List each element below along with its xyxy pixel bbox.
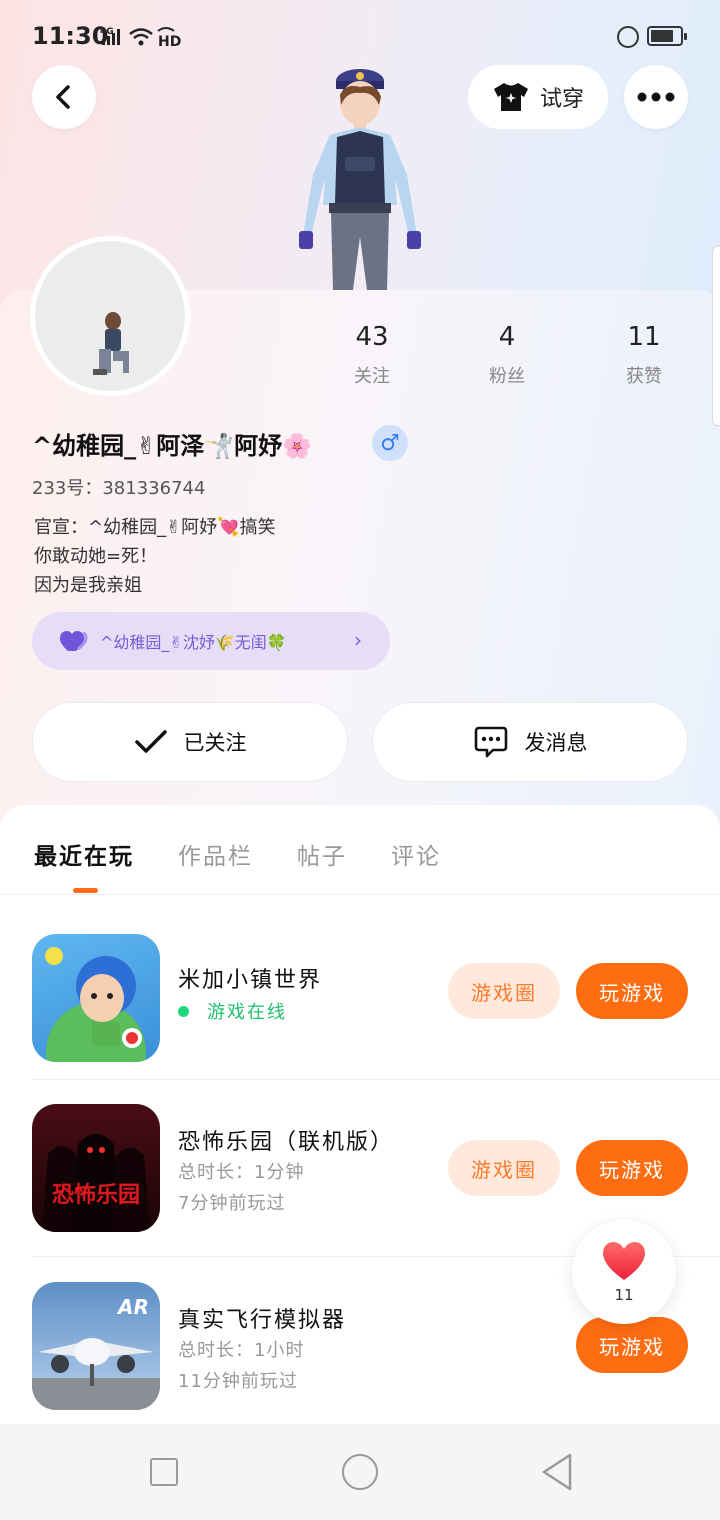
game-circle-button[interactable]: 游戏圈 <box>448 1140 560 1196</box>
game-title: 恐怖乐园（联机版） <box>178 1130 395 1155</box>
stat-likes-label: 获赞 <box>626 366 662 387</box>
try-on-button[interactable]: 试穿 <box>468 65 608 129</box>
svg-text:HD: HD <box>158 34 181 49</box>
game-last-played: 7分钟前玩过 <box>178 1193 286 1214</box>
signal-wifi-icons: 4G HD <box>100 27 181 49</box>
game-title: 米加小镇世界 <box>178 968 323 993</box>
back-triangle-icon[interactable] <box>540 1452 574 1492</box>
user-id: 233号：381336744 <box>32 478 206 499</box>
bio: 官宣：^幼稚园_✌阿妤💘搞笑 你敢动她=死！ 因为是我亲姐 <box>34 513 276 600</box>
online-status: 游戏在线 <box>178 998 287 1024</box>
tabs-divider <box>0 894 720 895</box>
play-game-button[interactable]: 玩游戏 <box>576 1317 688 1373</box>
stat-followers-value: 4 <box>498 322 516 352</box>
game-last-played: 11分钟前玩过 <box>178 1371 298 1392</box>
stat-followers-label: 粉丝 <box>489 366 525 387</box>
tab-recently-played[interactable]: 最近在玩 <box>34 837 134 871</box>
more-dots-icon <box>637 92 675 102</box>
bio-line: 因为是我亲姐 <box>34 575 142 596</box>
gender-male-icon: ♂ <box>372 425 408 461</box>
game-thumbnail: 恐怖乐园 <box>42 1134 150 1232</box>
heart-icon <box>603 1242 645 1280</box>
bio-line: 官宣：^幼稚园_✌阿妤💘搞笑 <box>34 517 276 538</box>
check-icon <box>134 730 167 753</box>
game-icon-text: 恐怖乐园 <box>52 1182 140 1208</box>
stat-likes-value: 11 <box>627 322 661 352</box>
stat-following[interactable]: 43 关注 <box>322 322 422 388</box>
game-duration: 总时长：1小时 <box>178 1340 305 1361</box>
relationship-group-pill[interactable]: ^幼稚园_✌沈妤🌾无闺🍀 › <box>32 612 390 670</box>
stat-followers[interactable]: 4 粉丝 <box>457 322 557 388</box>
stat-likes[interactable]: 11 获赞 <box>594 322 694 388</box>
followed-label: 已关注 <box>183 731 247 755</box>
heart-icon <box>59 631 88 651</box>
game-icon-horror-park: 恐怖乐园 <box>32 1104 160 1232</box>
side-drawer-handle[interactable] <box>712 246 720 426</box>
play-game-button[interactable]: 玩游戏 <box>576 1140 688 1196</box>
row-divider <box>32 1079 720 1080</box>
back-button[interactable] <box>32 65 96 129</box>
status-time: 11:30 <box>32 22 109 50</box>
tab-posts[interactable]: 帖子 <box>297 837 347 871</box>
battery-icon <box>647 26 687 46</box>
send-message-button[interactable]: 发消息 <box>372 702 688 782</box>
stat-following-value: 43 <box>355 322 389 352</box>
group-label: ^幼稚园_✌沈妤🌾无闺🍀 <box>100 633 287 652</box>
rotation-lock-icon <box>617 26 639 48</box>
profile-avatar[interactable] <box>30 236 190 396</box>
game-circle-button[interactable]: 游戏圈 <box>448 963 560 1019</box>
recents-button[interactable] <box>150 1458 178 1486</box>
like-count: 11 <box>614 1286 634 1304</box>
game-title: 真实飞行模拟器 <box>178 1308 347 1333</box>
chevron-left-icon <box>56 85 70 109</box>
stat-following-label: 关注 <box>354 366 390 387</box>
chat-bubble-icon <box>474 726 507 758</box>
send-message-label: 发消息 <box>524 731 588 755</box>
try-on-label: 试穿 <box>539 87 584 112</box>
bio-line: 你敢动她=死！ <box>34 546 158 567</box>
tab-comments[interactable]: 评论 <box>391 837 441 871</box>
game-thumbnail: AR <box>32 1295 160 1410</box>
game-icon-flight-sim: AR <box>32 1282 160 1410</box>
like-button[interactable]: 11 <box>572 1220 676 1324</box>
svg-text:4G: 4G <box>100 27 114 37</box>
home-button[interactable] <box>342 1454 378 1490</box>
game-icon-toca-world <box>32 934 160 1062</box>
system-nav-bar <box>0 1424 720 1520</box>
followed-button[interactable]: 已关注 <box>32 702 348 782</box>
avatar-figure-image <box>93 312 129 375</box>
username: ^幼稚园_✌阿泽🤺阿妤🌸 <box>32 432 312 460</box>
online-status-label: 游戏在线 <box>207 1002 287 1023</box>
play-game-button[interactable]: 玩游戏 <box>576 963 688 1019</box>
tshirt-icon <box>493 83 528 111</box>
avatar-3d-figure[interactable] <box>285 65 435 290</box>
profile-tabs: 最近在玩 作品栏 帖子 评论 <box>34 837 441 871</box>
game-row[interactable]: 米加小镇世界 游戏在线 游戏圈 玩游戏 <box>32 926 688 1102</box>
online-dot-icon <box>178 1005 189 1017</box>
game-icon-text: AR <box>116 1295 149 1319</box>
game-duration: 总时长：1分钟 <box>178 1162 305 1183</box>
tab-works[interactable]: 作品栏 <box>178 837 253 871</box>
chevron-right-icon: › <box>354 628 362 652</box>
active-tab-indicator <box>73 888 98 893</box>
status-bar: 11:30 4G HD <box>0 0 720 72</box>
game-thumbnail <box>45 947 146 1062</box>
more-button[interactable] <box>624 65 688 129</box>
